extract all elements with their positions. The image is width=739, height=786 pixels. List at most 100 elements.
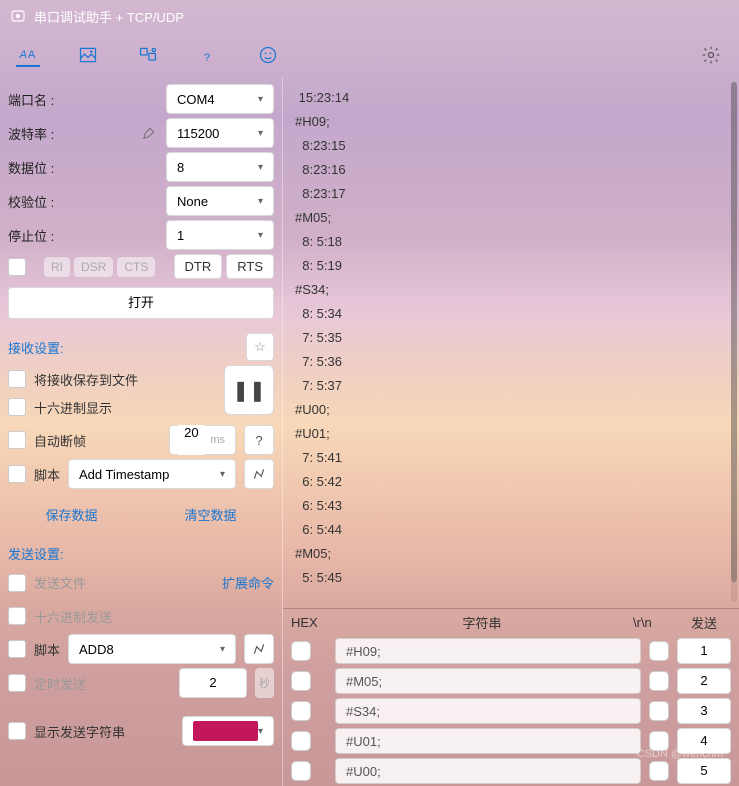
timed-value-input[interactable]: 2: [179, 668, 247, 698]
send-file-checkbox[interactable]: [8, 574, 26, 592]
hex-send-checkbox[interactable]: [8, 607, 26, 625]
send-row: 4: [283, 726, 739, 756]
send-button[interactable]: 3: [677, 698, 731, 724]
scrollbar-thumb[interactable]: [731, 82, 737, 582]
terminal-line: 6: 5:42: [295, 470, 727, 494]
terminal-output[interactable]: 15:23:14#H09; 8:23:15 8:23:16 8:23:17#M0…: [283, 78, 739, 608]
titlebar: 串口调试助手 + TCP/UDP: [0, 0, 739, 32]
terminal-line: 8:23:15: [295, 134, 727, 158]
chevron-down-icon: ▾: [258, 162, 263, 173]
rn-checkbox[interactable]: [649, 701, 669, 721]
send-button[interactable]: 1: [677, 638, 731, 664]
svg-text:?: ?: [204, 52, 210, 64]
send-button[interactable]: 4: [677, 728, 731, 754]
help-tool-icon[interactable]: ?: [196, 43, 220, 67]
terminal-line: #U01;: [295, 422, 727, 446]
send-script-label: 脚本: [34, 640, 60, 659]
save-to-file-checkbox[interactable]: [8, 370, 26, 388]
hex-send-label: 十六进制发送: [34, 607, 112, 626]
stopbits-select[interactable]: 1 ▾: [166, 220, 274, 250]
favorite-button[interactable]: ☆: [246, 333, 274, 361]
stopbits-label: 停止位 :: [8, 226, 64, 245]
clear-data-button[interactable]: 清空数据: [184, 499, 236, 530]
save-data-button[interactable]: 保存数据: [45, 499, 97, 530]
auto-break-input[interactable]: 20: [176, 425, 206, 455]
timed-send-label: 定时发送: [34, 674, 86, 693]
baud-label: 波特率 :: [8, 124, 64, 143]
rts-button[interactable]: RTS: [226, 254, 274, 279]
baud-select[interactable]: 115200 ▾: [166, 118, 274, 148]
hex-checkbox[interactable]: [291, 641, 311, 661]
edit-send-script-button[interactable]: [244, 634, 274, 664]
color-select[interactable]: ▾: [182, 716, 274, 746]
send-text-input[interactable]: [335, 728, 641, 754]
terminal-line: 7: 5:37: [295, 374, 727, 398]
send-header: 发送: [677, 613, 731, 632]
terminal-line: #H09;: [295, 110, 727, 134]
toolbar: AA ?: [0, 32, 739, 78]
pause-button[interactable]: ❚❚: [224, 365, 274, 415]
dtr-button[interactable]: DTR: [174, 254, 223, 279]
hex-checkbox[interactable]: [291, 701, 311, 721]
port-name-label: 端口名 :: [8, 90, 64, 109]
string-header: 字符串: [339, 613, 625, 632]
sec-unit: 秒: [255, 668, 274, 698]
hex-display-checkbox[interactable]: [8, 398, 26, 416]
terminal-line: 8: 5:18: [295, 230, 727, 254]
send-button[interactable]: 5: [677, 758, 731, 784]
timed-send-checkbox[interactable]: [8, 674, 26, 692]
cts-indicator: CTS: [117, 257, 155, 277]
terminal-line: #M05;: [295, 542, 727, 566]
rn-checkbox[interactable]: [649, 731, 669, 751]
parity-select[interactable]: None ▾: [166, 186, 274, 216]
auto-break-checkbox[interactable]: [8, 431, 26, 449]
databits-label: 数据位 :: [8, 158, 64, 177]
emoji-tool-icon[interactable]: [256, 43, 280, 67]
font-tool-icon[interactable]: AA: [16, 43, 40, 67]
edit-recv-script-button[interactable]: [244, 459, 274, 489]
image-tool-icon[interactable]: [76, 43, 100, 67]
rn-checkbox[interactable]: [649, 761, 669, 781]
chevron-down-icon: ▾: [258, 94, 263, 105]
recv-script-checkbox[interactable]: [8, 465, 26, 483]
edit-baud-icon[interactable]: [142, 126, 156, 140]
send-text-input[interactable]: [335, 698, 641, 724]
auto-break-label: 自动断帧: [34, 431, 86, 450]
send-script-checkbox[interactable]: [8, 640, 26, 658]
show-tx-checkbox[interactable]: [8, 722, 26, 740]
help-autobreak-button[interactable]: ?: [244, 425, 274, 455]
signal-checkbox[interactable]: [8, 258, 26, 276]
send-row: 5: [283, 756, 739, 786]
send-text-input[interactable]: [335, 668, 641, 694]
settings-tool-icon[interactable]: [699, 43, 723, 67]
rn-checkbox[interactable]: [649, 671, 669, 691]
terminal-line: #M05;: [295, 206, 727, 230]
app-icon: [10, 8, 26, 24]
chevron-down-icon: ▾: [258, 230, 263, 241]
send-button[interactable]: 2: [677, 668, 731, 694]
chevron-down-icon: ▾: [258, 196, 263, 207]
databits-select[interactable]: 8 ▾: [166, 152, 274, 182]
recv-script-label: 脚本: [34, 465, 60, 484]
ext-cmd-button[interactable]: 扩展命令: [222, 567, 274, 598]
parity-label: 校验位 :: [8, 192, 64, 211]
devices-tool-icon[interactable]: [136, 43, 160, 67]
hex-checkbox[interactable]: [291, 731, 311, 751]
right-panel: 15:23:14#H09; 8:23:15 8:23:16 8:23:17#M0…: [282, 78, 739, 786]
send-text-input[interactable]: [335, 758, 641, 784]
terminal-line: 8: 5:19: [295, 254, 727, 278]
rn-checkbox[interactable]: [649, 641, 669, 661]
open-port-button[interactable]: 打开: [8, 287, 274, 319]
port-name-select[interactable]: COM4 ▾: [166, 84, 274, 114]
send-script-select[interactable]: ADD8 ▾: [68, 634, 236, 664]
hex-checkbox[interactable]: [291, 671, 311, 691]
send-text-input[interactable]: [335, 638, 641, 664]
send-row: 3: [283, 696, 739, 726]
recv-script-select[interactable]: Add Timestamp ▾: [68, 459, 236, 489]
terminal-line: 7: 5:35: [295, 326, 727, 350]
hex-checkbox[interactable]: [291, 761, 311, 781]
chevron-down-icon: ▾: [220, 469, 225, 480]
color-swatch: [193, 721, 258, 741]
dsr-indicator: DSR: [74, 257, 113, 277]
terminal-line: 7: 5:36: [295, 350, 727, 374]
